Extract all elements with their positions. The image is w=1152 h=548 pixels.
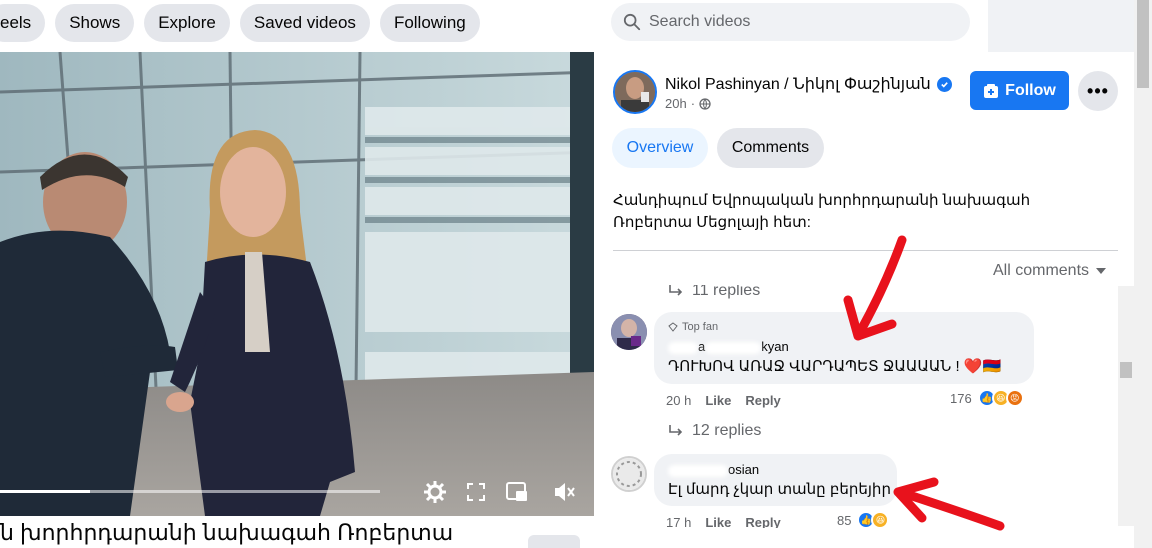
tab-label: Overview [626,139,694,156]
view-replies-link[interactable]: 11 replies [668,285,760,300]
pip-icon[interactable] [505,481,529,503]
tab-comments[interactable]: Comments [717,128,824,168]
angry-reaction-icon: 😡 [1005,389,1024,407]
reaction-count: 85 [837,512,852,528]
search-icon [623,13,641,31]
follow-plus-icon [984,83,999,98]
replies-count: 11 replies [692,285,761,299]
video-title: ն խորհրդարանի նախագահ Ռոբերտա [0,520,454,545]
nav-tab-label: Saved videos [253,13,356,32]
nav-tab-explore[interactable]: Explore [144,4,230,42]
gear-icon[interactable] [423,480,447,504]
post-time[interactable]: 20h [665,96,687,111]
tab-label: Comments [731,139,810,156]
reply-button[interactable]: Reply [745,393,780,408]
reply-arrow-icon [669,425,683,436]
globe-icon [699,97,711,110]
follow-label: Follow [1005,81,1056,99]
watch-nav: eels Shows Explore Saved videos Followin… [0,0,600,46]
comment-actions: 17 h Like Reply [666,515,781,528]
page-scrollbar[interactable] [1134,0,1152,548]
tab-overview[interactable]: Overview [612,128,708,168]
nav-tab-label: Explore [158,13,216,32]
replies-count: 12 replies [692,422,762,439]
comment-text: Էլ մարդ չկար տանը բերեյիր [668,481,891,498]
post-description: Հանդիպում Եվրոպական խորհրդարանի նախագահ … [613,192,1031,231]
all-comments-label: All comments [993,262,1090,279]
reaction-summary[interactable]: 176 👍 😆 😡 [950,389,1024,407]
view-replies-link[interactable]: 12 replies [668,422,761,440]
scrollbar-thumb[interactable] [1137,0,1149,88]
like-button[interactable]: Like [705,393,731,408]
name-fragment: a [698,339,706,354]
diamond-icon [668,322,678,332]
nav-tab-label: Following [393,13,466,32]
comments-list: 11 replies Top fan a kyan ԴՈՒԽՈՎ ԱՌԱՋ ՎԱՐ… [600,285,1134,528]
dropdown-caret-icon [1096,268,1107,274]
divider [613,250,1118,251]
badge-label: Top fan [682,321,719,333]
reaction-summary[interactable]: 85 👍 😆 [837,511,890,528]
name-fragment: osian [728,462,760,477]
volume-muted-icon[interactable] [553,481,577,503]
comment-actions: 20 h Like Reply [666,393,781,408]
video-player[interactable] [0,52,594,516]
comments-scrollbar[interactable] [1118,286,1134,526]
follow-button[interactable]: Follow [970,71,1069,110]
name-fragment: kyan [761,339,789,354]
comment-time[interactable]: 17 h [666,515,691,528]
top-fan-badge: Top fan [668,321,718,333]
nav-tab-shows[interactable]: Shows [55,4,135,42]
commenter-avatar[interactable] [611,456,647,492]
comment-bubble: osian Էլ մարդ չկար տանը բերեյիր [654,454,897,506]
commenter-name[interactable]: osian [668,462,759,477]
reply-arrow-icon [669,285,683,296]
author-name-text: Nikol Pashinyan / Նիկոլ Փաշինյան [665,76,931,93]
like-button[interactable]: Like [705,515,731,528]
scrollbar-thumb[interactable] [1120,362,1132,378]
commenter-avatar[interactable] [611,314,647,350]
fullscreen-icon[interactable] [466,482,486,502]
comment-text: ԴՈՒԽՈՎ ԱՌԱՋ ՎԱՐԴԱՊԵՏ ՋԱԱԱԱՆ ! ❤️🇦🇲 [668,358,1002,375]
haha-reaction-icon: 😆 [871,511,890,528]
redacted-name [668,341,698,354]
nav-tab-label: Shows [69,13,121,32]
reply-button[interactable]: Reply [745,515,780,528]
redacted-name [705,341,762,354]
more-dots-icon: ••• [1087,80,1109,101]
comment-bubble: Top fan a kyan ԴՈՒԽՈՎ ԱՌԱՋ ՎԱՐԴԱՊԵՏ ՋԱԱԱԱ… [654,312,1034,384]
commenter-name[interactable]: a kyan [668,339,789,354]
video-watch-page: eels Shows Explore Saved videos Followin… [0,0,1152,548]
nav-tab-reels[interactable]: eels [0,4,46,42]
search-videos-input[interactable]: Search videos [611,3,970,41]
nav-tab-saved-videos[interactable]: Saved videos [239,4,370,42]
author-name[interactable]: Nikol Pashinyan / Նիկոլ Փաշինյան [665,74,952,94]
nav-tab-label: eels [0,13,32,32]
search-placeholder: Search videos [649,13,751,30]
verified-badge-icon [936,76,952,92]
header-gray-area [988,0,1136,52]
more-options-button[interactable]: ••• [1078,71,1118,111]
author-avatar[interactable] [613,70,657,114]
nav-tab-following[interactable]: Following [379,4,480,42]
reaction-count: 176 [950,390,972,406]
redacted-name [668,464,728,477]
video-frame [0,52,594,516]
caption-action-button[interactable] [528,535,580,548]
comment-time[interactable]: 20 h [666,393,691,408]
all-comments-dropdown[interactable]: All comments [993,262,1107,280]
post-meta: 20h · [665,96,711,111]
meta-separator: · [690,96,696,111]
